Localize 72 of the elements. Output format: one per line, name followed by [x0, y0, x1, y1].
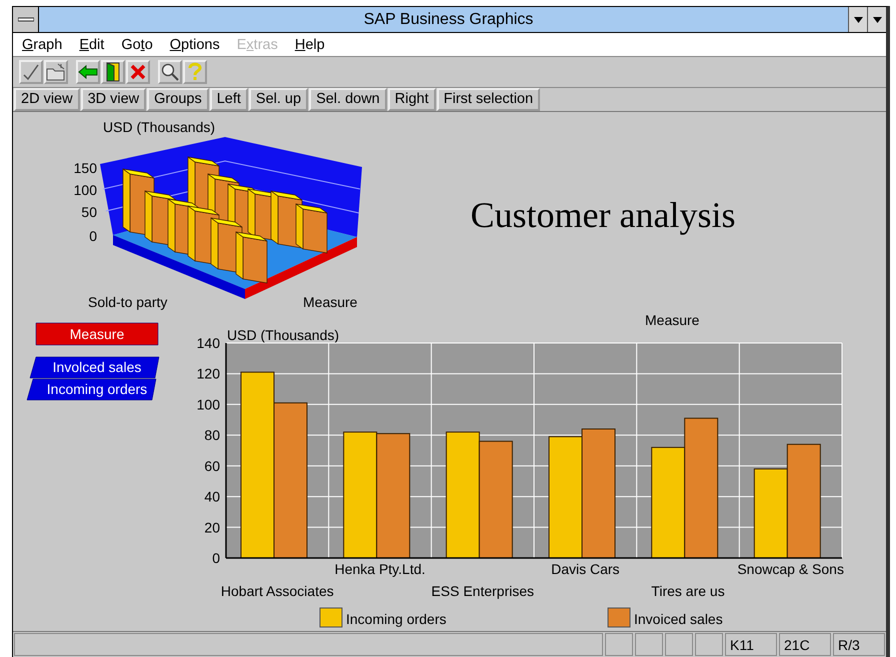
axis-tick-label: 60 [204, 458, 220, 474]
chart-title: Customer analysis [470, 195, 736, 236]
axis-title: Sold-to party [88, 294, 168, 310]
axis-tick-label: 80 [204, 427, 220, 444]
folder-icon [46, 63, 66, 81]
status-field [665, 633, 693, 656]
window-title: SAP Business Graphics [362, 10, 534, 30]
axis-tick-label: 0 [89, 228, 97, 244]
axis-tick-label: 100 [196, 396, 220, 412]
axis-tick-label: 100 [74, 182, 97, 198]
axis-tick-label: 120 [196, 366, 220, 382]
view-button[interactable]: Sel. down [309, 88, 387, 112]
close-icon [130, 64, 146, 80]
axis-title: USD (Thousands) [103, 119, 216, 136]
axis-tick-label: 140 [196, 335, 220, 352]
minimize-button[interactable] [848, 7, 867, 32]
legend-label[interactable]: Measure [36, 322, 158, 346]
check-icon [22, 63, 40, 81]
view-button[interactable]: Sel. up [248, 88, 308, 112]
legend-label[interactable]: Incoming orders [26, 378, 156, 400]
exit-button[interactable] [101, 60, 125, 84]
menu-item[interactable]: Graph [22, 36, 62, 53]
axis-tick-label: 150 [74, 160, 97, 176]
axis-tick-label: 40 [204, 488, 220, 505]
search-button[interactable] [158, 60, 182, 84]
status-field [635, 633, 663, 656]
legend-label: Incoming orders [346, 611, 446, 628]
axis-tick-label: ESS Enterprises [431, 583, 534, 600]
left-arrow-icon [78, 65, 98, 79]
axis-tick-label: Hobart Associates [220, 583, 334, 600]
bar [296, 203, 328, 254]
legend-label[interactable]: Involced sales [30, 356, 160, 378]
chart-title: Measure [645, 312, 700, 328]
status-field: K11 [725, 633, 777, 656]
axis-tick-label: Davis Cars [551, 561, 620, 578]
menu-item[interactable]: Goto [121, 36, 153, 53]
cancel-button[interactable] [126, 60, 150, 84]
menu-item[interactable]: Help [294, 36, 325, 53]
legend-label: Invoiced sales [634, 611, 723, 628]
down-triangle-icon [872, 16, 882, 22]
axis-tick-label: Tires are us [651, 583, 725, 600]
minus-icon [18, 16, 34, 22]
view-button[interactable]: First selection [436, 88, 540, 112]
status-field [695, 633, 723, 656]
check-button[interactable] [19, 60, 43, 84]
view-button[interactable]: 2D view [14, 88, 80, 112]
axis-tick-label: 50 [81, 204, 97, 220]
back-button[interactable] [76, 60, 100, 84]
axis-tick-label: 20 [204, 519, 220, 536]
legend-swatch [320, 608, 342, 628]
view-button[interactable]: Groups [147, 88, 209, 112]
status-field [605, 633, 633, 656]
view-button[interactable]: Left [210, 88, 248, 112]
legend-swatch [608, 608, 630, 628]
status-field: R/3 [833, 633, 885, 656]
down-triangle-icon [854, 16, 862, 22]
status-field: 21C [779, 633, 831, 656]
open-button[interactable] [44, 60, 68, 84]
menu-item[interactable]: Options [170, 36, 220, 53]
question-mark-icon [188, 62, 202, 82]
axis-tick-label: Henka Pty.Ltd. [334, 561, 426, 578]
axis-tick-label: Snowcap & Sons [737, 561, 844, 578]
axis-title: Measure [303, 294, 358, 310]
view-button[interactable]: Right [388, 88, 436, 112]
door-icon [104, 62, 122, 82]
axis-tick-label: 0 [212, 550, 220, 566]
view-button[interactable]: 3D view [80, 88, 146, 112]
menu-item[interactable]: Edit [79, 36, 104, 53]
axis-title: USD (Thousands) [227, 327, 340, 344]
system-menu-button[interactable] [13, 7, 39, 32]
search-icon [161, 63, 179, 81]
bar [236, 231, 268, 284]
